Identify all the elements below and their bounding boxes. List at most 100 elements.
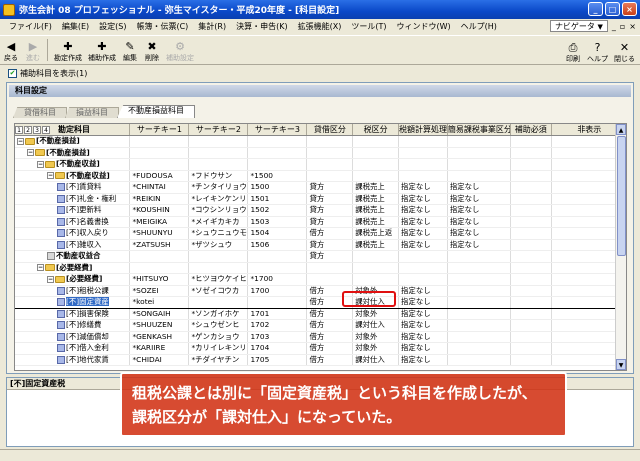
cell-tax[interactable]: 課税売上返 xyxy=(352,227,400,240)
collapse-icon[interactable]: − xyxy=(47,172,54,179)
cell-k3[interactable]: *1700 xyxy=(247,273,308,286)
cell-k2[interactable]: *ソゼイコウカ xyxy=(188,285,249,297)
cell-tk[interactable]: 借方 xyxy=(306,308,354,320)
column-header[interactable]: サーチキー3 xyxy=(247,124,308,136)
cell-required[interactable] xyxy=(510,331,552,343)
table-row[interactable]: − [必要経費] *HITSUYO *ヒツヨウケイヒ *1700 xyxy=(15,273,626,286)
cell-k3[interactable]: 1504 xyxy=(247,227,308,240)
cell-k2[interactable]: *ゲンカショウ xyxy=(188,331,249,343)
cell-k3[interactable] xyxy=(247,147,308,159)
cell-calc[interactable]: 指定なし xyxy=(398,354,448,366)
cell-required[interactable] xyxy=(510,158,552,171)
cell-k3[interactable] xyxy=(247,262,308,274)
cell-simple[interactable]: 指定なし xyxy=(447,227,511,240)
table-row[interactable]: [不]損害保険 *SONGAIH *ソンガイホケ 1701 借方 対象外 指定なし xyxy=(15,308,626,320)
cell-simple[interactable] xyxy=(447,158,511,171)
column-header[interactable]: 貸借区分 xyxy=(306,124,354,136)
cell-k2[interactable] xyxy=(188,135,249,148)
table-row[interactable]: [不]地代家賃 *CHIDAI *チダイヤチン 1705 借方 課対仕入 指定なし xyxy=(15,354,626,366)
cell-tax[interactable]: 課税売上 xyxy=(352,204,400,217)
cell-required[interactable] xyxy=(510,227,552,240)
cell-k1[interactable]: *KARIIRE xyxy=(129,342,190,355)
show-sub-accounts-toggle[interactable]: ✔ 補助科目を表示(1) xyxy=(8,68,87,79)
account-name-cell[interactable]: [不]租税公課 xyxy=(15,285,131,297)
cell-k2[interactable]: *チンタイリョウ xyxy=(188,181,249,194)
menu-item-8[interactable]: ウィンドウ(W) xyxy=(391,21,455,32)
cell-calc[interactable]: 指定なし xyxy=(398,308,448,320)
toolbar-button-account-create[interactable]: ✚ 勘定作成 xyxy=(51,36,85,64)
cell-simple[interactable] xyxy=(447,250,511,263)
cell-calc[interactable] xyxy=(398,147,448,159)
cell-tk[interactable]: 貸方 xyxy=(306,239,354,251)
cell-k1[interactable]: *SOZEI xyxy=(129,285,190,297)
cell-tax[interactable] xyxy=(352,262,400,274)
cell-required[interactable] xyxy=(510,285,552,297)
toolbar-button-forward[interactable]: ▶ 進む xyxy=(22,36,44,64)
cell-tax[interactable] xyxy=(352,170,400,182)
account-name-cell[interactable]: [不]収入戻り xyxy=(15,227,131,240)
cell-k2[interactable]: *シュウゼンヒ xyxy=(188,319,249,332)
cell-k1[interactable]: *kotei xyxy=(129,296,190,309)
scroll-down-icon[interactable]: ▼ xyxy=(616,359,626,370)
column-header[interactable]: 税区分 xyxy=(352,124,400,136)
cell-calc[interactable]: 指定なし xyxy=(398,342,448,355)
account-name-cell[interactable]: [不]減価償却 xyxy=(15,331,131,343)
account-name-cell[interactable]: − [不動産収益] xyxy=(15,170,131,182)
menu-item-1[interactable]: 編集(E) xyxy=(57,21,94,32)
cell-tk[interactable] xyxy=(306,170,354,182)
level-2-button[interactable]: 2 xyxy=(24,126,32,134)
cell-simple[interactable] xyxy=(447,285,511,297)
close-window-button[interactable]: × xyxy=(622,2,637,16)
account-name-cell[interactable]: [不]修繕費 xyxy=(15,319,131,332)
level-1-button[interactable]: 1 xyxy=(15,126,23,134)
account-name-cell[interactable]: [不]名義書換 xyxy=(15,216,131,228)
cell-k2[interactable] xyxy=(188,158,249,171)
cell-calc[interactable]: 指定なし xyxy=(398,193,448,205)
account-name-cell[interactable]: 不動産収益合 xyxy=(15,250,131,263)
cell-simple[interactable] xyxy=(447,319,511,332)
cell-simple[interactable]: 指定なし xyxy=(447,239,511,251)
cell-k3[interactable]: 1700 xyxy=(247,285,308,297)
cell-k2[interactable] xyxy=(188,262,249,274)
cell-k2[interactable]: *レイキンケンリ xyxy=(188,193,249,205)
column-header[interactable]: 簡易課税事業区分 xyxy=(447,124,511,136)
cell-required[interactable] xyxy=(510,354,552,366)
cell-tk[interactable] xyxy=(306,158,354,171)
menu-item-7[interactable]: ツール(T) xyxy=(346,21,391,32)
cell-k3[interactable]: 1705 xyxy=(247,354,308,366)
cell-k3[interactable] xyxy=(247,250,308,263)
collapse-icon[interactable]: − xyxy=(47,275,54,283)
cell-k2[interactable]: *ソンガイホケ xyxy=(188,308,249,320)
mdi-minimize-button[interactable]: _ xyxy=(612,22,616,31)
account-name-cell[interactable]: [不]賃貸料 xyxy=(15,181,131,194)
menu-item-0[interactable]: ファイル(F) xyxy=(4,21,57,32)
cell-calc[interactable]: 指定なし xyxy=(398,216,448,228)
account-name-cell[interactable]: [不]更新料 xyxy=(15,204,131,217)
cell-k1[interactable]: *SHUUZEN xyxy=(129,319,190,332)
cell-required[interactable] xyxy=(510,296,552,309)
cell-tk[interactable]: 借方 xyxy=(306,227,354,240)
cell-k1[interactable] xyxy=(129,158,190,171)
cell-calc[interactable] xyxy=(398,135,448,148)
cell-calc[interactable]: 指定なし xyxy=(398,296,448,309)
cell-simple[interactable]: 指定なし xyxy=(447,204,511,217)
table-row[interactable]: [不]礼金・権利 *REIKIN *レイキンケンリ 1501 貸方 課税売上 指定なし 指定な… xyxy=(15,193,626,205)
cell-simple[interactable]: 指定なし xyxy=(447,181,511,194)
cell-k2[interactable] xyxy=(188,296,249,309)
cell-calc[interactable]: 指定なし xyxy=(398,227,448,240)
account-name-cell[interactable]: [不]礼金・権利 xyxy=(15,193,131,205)
cell-k3[interactable]: 1703 xyxy=(247,331,308,343)
cell-simple[interactable]: 指定なし xyxy=(447,216,511,228)
table-row[interactable]: [不]借入金利 *KARIIRE *カリイレキンリ 1704 借方 対象外 指定なし xyxy=(15,342,626,355)
cell-k1[interactable]: *REIKIN xyxy=(129,193,190,205)
cell-tk[interactable]: 借方 xyxy=(306,331,354,343)
cell-required[interactable] xyxy=(510,273,552,286)
toolbar-button-sub-setting[interactable]: ⚙ 補助設定 xyxy=(163,36,197,64)
cell-tax[interactable] xyxy=(352,147,400,159)
toolbar-button-help[interactable]: ? ヘルプ xyxy=(584,36,611,65)
cell-calc[interactable] xyxy=(398,170,448,182)
cell-k3[interactable]: 1702 xyxy=(247,319,308,332)
cell-tk[interactable]: 貸方 xyxy=(306,181,354,194)
cell-tax[interactable]: 課税売上 xyxy=(352,181,400,194)
cell-k3[interactable]: 1503 xyxy=(247,216,308,228)
